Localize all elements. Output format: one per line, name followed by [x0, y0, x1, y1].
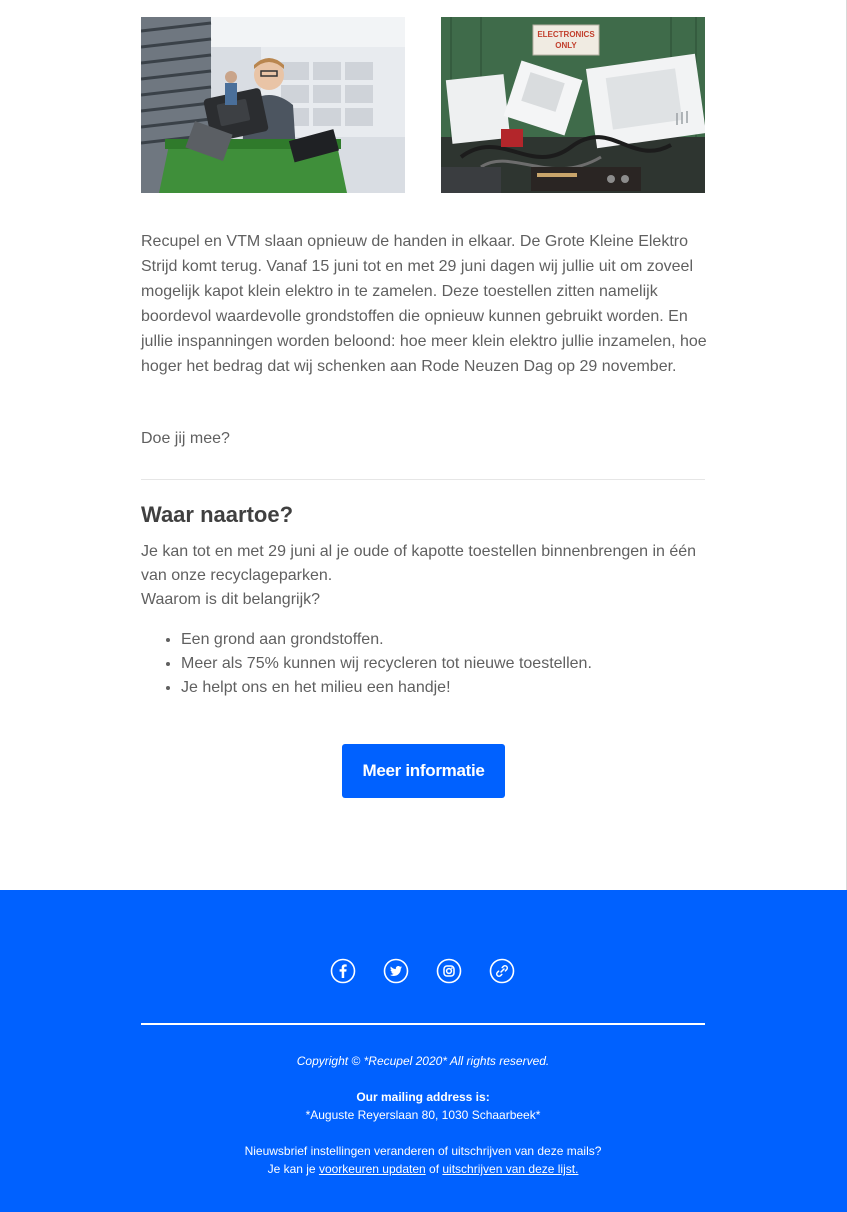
unsubscribe-link[interactable]: uitschrijven van deze lijst. [442, 1162, 578, 1176]
hero-photo-electronics-container: ELECTRONICS ONLY [441, 17, 705, 193]
footer-divider [141, 1023, 705, 1025]
instagram-icon[interactable] [436, 958, 462, 984]
intro-question: Doe jij mee? [141, 430, 230, 447]
preferences-question: Nieuwsbrief instellingen veranderen of u… [244, 1144, 602, 1158]
section-divider [141, 479, 705, 480]
hero-photo-boy-with-appliance [141, 17, 405, 193]
benefits-list: Een grond aan grondstoffen. Meer als 75%… [141, 628, 701, 700]
list-item: Een grond aan grondstoffen. [181, 628, 701, 652]
copyright-text: Copyright © *Recupel 2020* All rights re… [296, 1054, 550, 1068]
section-subline: Waarom is dit belangrijk? [141, 591, 321, 608]
footer: Copyright © *Recupel 2020* All rights re… [0, 890, 847, 1212]
preferences-middle: of [425, 1162, 443, 1176]
section-heading: Waar naartoe? [141, 502, 294, 527]
mailing-address: *Auguste Reyerslaan 80, 1030 Schaarbeek* [305, 1108, 541, 1122]
link-icon[interactable] [489, 958, 515, 984]
svg-text:ELECTRONICS: ELECTRONICS [537, 30, 595, 39]
list-item: Je helpt ons en het milieu een handje! [181, 676, 701, 700]
preferences-prefix: Je kan je [267, 1162, 319, 1176]
twitter-icon[interactable] [383, 958, 409, 984]
section-paragraph: Je kan tot en met 29 juni al je oude of … [141, 543, 697, 584]
facebook-icon[interactable] [330, 958, 356, 984]
update-preferences-link[interactable]: voorkeuren updaten [319, 1162, 426, 1176]
preferences-line: Je kan je voorkeuren updaten of uitschri… [141, 1160, 705, 1178]
intro-paragraph: Recupel en VTM slaan opnieuw de handen i… [141, 233, 707, 375]
svg-text:ONLY: ONLY [555, 41, 577, 50]
mailing-address-label: Our mailing address is: [356, 1090, 490, 1104]
more-info-button[interactable]: Meer informatie [342, 744, 505, 798]
list-item: Meer als 75% kunnen wij recycleren tot n… [181, 652, 701, 676]
